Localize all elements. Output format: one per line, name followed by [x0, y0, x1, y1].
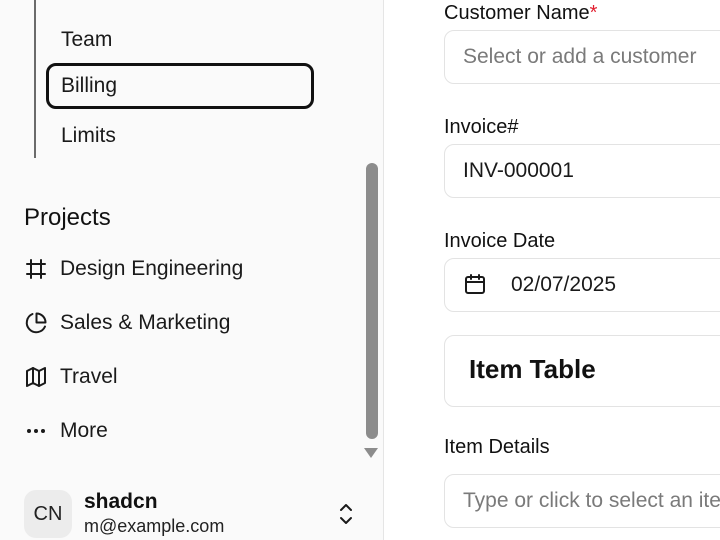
- customer-input[interactable]: [463, 45, 720, 69]
- invoice-number-value: INV-000001: [463, 159, 574, 182]
- invoice-date-value: 02/07/2025: [511, 273, 617, 296]
- project-item-design-engineering[interactable]: Design Engineering: [22, 249, 342, 289]
- sidebar-subitem-team[interactable]: Team: [46, 17, 314, 63]
- invoice-date-label: Invoice Date: [444, 230, 556, 252]
- sidebar-subitem-label: Limits: [61, 124, 116, 147]
- avatar: CN: [24, 490, 72, 538]
- map-icon: [22, 363, 50, 391]
- project-item-label: Travel: [60, 365, 118, 388]
- calendar-icon: [463, 272, 489, 298]
- project-item-label: Design Engineering: [60, 257, 244, 280]
- scroll-down-arrow-icon[interactable]: [364, 448, 378, 458]
- invoice-number-field[interactable]: INV-000001: [444, 144, 720, 198]
- sidebar-subitem-billing[interactable]: Billing: [46, 63, 314, 109]
- project-item-label: More: [60, 419, 108, 442]
- item-details-select[interactable]: [444, 474, 720, 528]
- item-details-input[interactable]: [463, 489, 720, 513]
- app-root: Team Billing Limits Projects Design Engi…: [0, 0, 720, 540]
- item-table-card: Item Table: [444, 335, 720, 407]
- invoice-date-picker[interactable]: 02/07/2025: [444, 258, 720, 312]
- item-details-label: Item Details: [444, 436, 550, 458]
- customer-name-label: Customer Name*: [444, 2, 597, 25]
- customer-name-label-text: Customer Name: [444, 2, 590, 24]
- invoice-number-label: Invoice#: [444, 116, 519, 138]
- sidebar-subitem-label: Billing: [61, 74, 118, 97]
- more-horizontal-icon: [22, 417, 50, 445]
- chevrons-up-down-icon[interactable]: [334, 500, 358, 528]
- item-table-title: Item Table: [469, 354, 596, 384]
- hash-frame-icon: [22, 255, 50, 283]
- user-menu[interactable]: CN shadcn m@example.com: [24, 488, 364, 538]
- project-item-sales-marketing[interactable]: Sales & Marketing: [22, 303, 342, 343]
- customer-select[interactable]: [444, 30, 720, 84]
- sidebar-subitem-limits[interactable]: Limits: [46, 113, 314, 159]
- sidebar: Team Billing Limits Projects Design Engi…: [0, 0, 384, 540]
- user-name: shadcn: [84, 490, 158, 513]
- sidebar-scrollbar-thumb[interactable]: [366, 163, 378, 439]
- user-email: m@example.com: [84, 516, 225, 536]
- pie-chart-icon: [22, 309, 50, 337]
- submenu-guide-line: [34, 0, 36, 158]
- required-mark: *: [589, 2, 598, 24]
- sidebar-subitem-label: Team: [61, 28, 113, 51]
- project-item-travel[interactable]: Travel: [22, 357, 342, 397]
- project-item-more[interactable]: More: [22, 411, 342, 451]
- project-item-label: Sales & Marketing: [60, 311, 231, 334]
- projects-section-title: Projects: [24, 204, 111, 231]
